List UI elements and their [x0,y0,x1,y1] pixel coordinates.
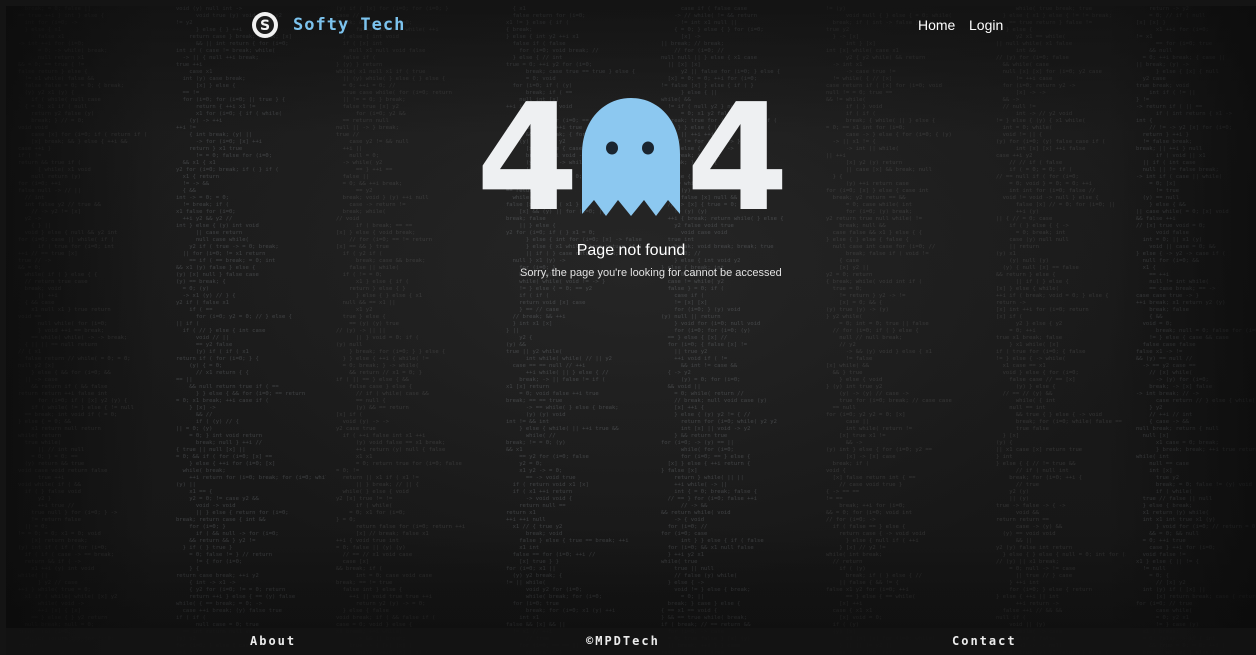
page-title: Page not found [576,242,686,259]
nav-login-link[interactable]: Login [969,17,1003,33]
footer-about-link[interactable]: About [250,634,296,648]
footer: About ©MPDTech Contact [6,628,1256,655]
error-digit-left: 4 [476,72,579,244]
nav-home-link[interactable]: Home [918,17,955,33]
footer-copyright: ©MPDTech [586,634,660,648]
error-digit-right: 4 [686,72,789,244]
ghost-icon [572,96,690,224]
svg-text:S: S [260,18,270,34]
s-logo-icon[interactable]: S [252,12,278,38]
page: break; = 0; false || == true ++i } int }… [6,6,1256,655]
footer-contact-link[interactable]: Contact [952,634,1017,648]
top-navbar: S Softy Tech Home Login [6,6,1256,46]
brand-name[interactable]: Softy Tech [293,15,405,35]
error-message: Sorry, the page you're looking for canno… [520,267,782,279]
